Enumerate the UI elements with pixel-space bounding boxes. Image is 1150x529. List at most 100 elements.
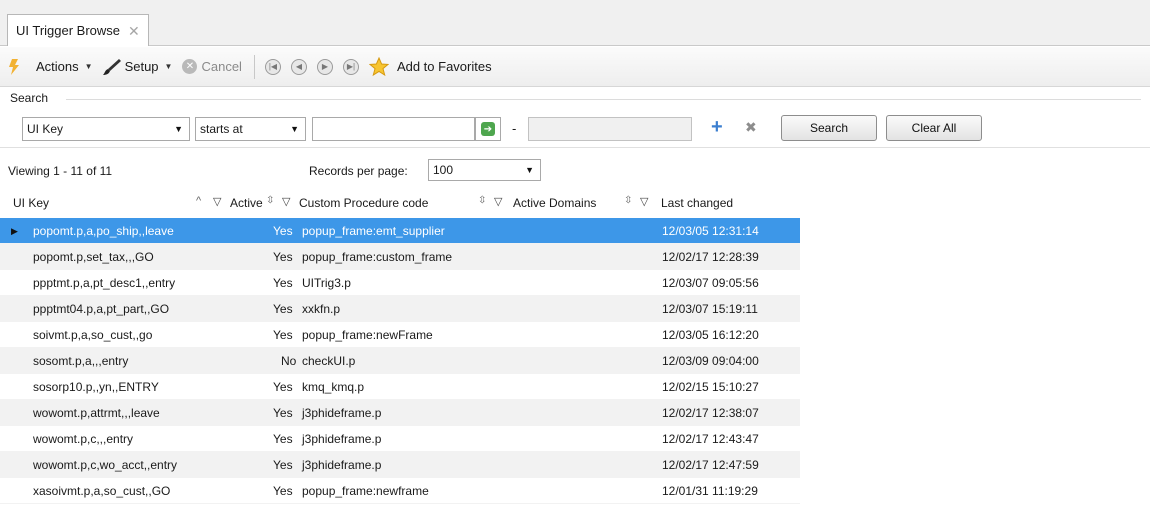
cell-procedure: popup_frame:newFrame — [302, 328, 433, 342]
setup-button[interactable]: Setup ▼ — [102, 58, 172, 75]
cell-ui-key: popomt.p,set_tax,,,GO — [33, 250, 154, 264]
cell-last-changed: 12/02/17 12:43:47 — [662, 432, 759, 446]
column-header-ui-key[interactable]: UI Key — [13, 196, 49, 210]
cell-procedure: kmq_kmq.p — [302, 380, 365, 394]
go-arrow-icon: ➔ — [481, 122, 495, 136]
column-header-active[interactable]: Active — [230, 196, 263, 210]
filter-icon[interactable]: ▽ — [213, 195, 221, 208]
cell-active: Yes — [273, 432, 293, 446]
sort-ascending-icon[interactable]: ^ — [196, 195, 201, 207]
cell-procedure: popup_frame:newframe — [302, 484, 429, 498]
toolbar-separator — [253, 54, 255, 79]
cell-last-changed: 12/01/31 11:19:29 — [662, 484, 758, 498]
records-per-page-label: Records per page: — [309, 164, 408, 178]
cell-last-changed: 12/03/05 12:31:14 — [662, 224, 759, 238]
search-from-input[interactable] — [312, 117, 475, 141]
sort-icon[interactable]: ⇳ — [478, 195, 486, 206]
cell-procedure: j3phideframe.p — [302, 458, 382, 472]
cell-active: Yes — [273, 406, 293, 420]
table-row[interactable]: wowomt.p,c,wo_acct,,entry Yes j3phidefra… — [0, 452, 800, 478]
search-button[interactable]: Search — [781, 115, 877, 141]
clear-all-button[interactable]: Clear All — [886, 115, 982, 141]
next-record-button[interactable]: ▶ — [316, 58, 333, 75]
column-header-last-changed[interactable]: Last changed — [661, 196, 733, 210]
cancel-button[interactable]: ✕ Cancel — [182, 59, 242, 74]
favorites-label: Add to Favorites — [396, 59, 492, 74]
search-legend: Search — [10, 91, 49, 105]
cancel-label: Cancel — [201, 59, 242, 74]
grid-header: UI Key ^ ▽ Active ⇳ ▽ Custom Procedure c… — [0, 192, 1150, 214]
star-icon — [368, 56, 389, 76]
cell-procedure: j3phideframe.p — [302, 432, 382, 446]
cell-ui-key: ppptmt.p,a,pt_desc1,,entry — [33, 276, 176, 290]
cell-ui-key: wowomt.p,attrmt,,,leave — [33, 406, 160, 420]
column-header-active-domains[interactable]: Active Domains — [513, 196, 596, 210]
range-dash: - — [512, 121, 517, 136]
cell-active: Yes — [273, 250, 293, 264]
brush-icon — [102, 58, 121, 75]
cell-active: Yes — [273, 458, 293, 472]
table-row[interactable]: xasoivmt.p,a,so_cust,,GO Yes popup_frame… — [0, 478, 800, 504]
cell-ui-key: wowomt.p,c,,,entry — [33, 432, 134, 446]
cell-active: Yes — [273, 484, 293, 498]
filter-icon[interactable]: ▽ — [494, 195, 502, 208]
add-criteria-icon[interactable]: + — [711, 116, 723, 139]
table-row[interactable]: popomt.p,set_tax,,,GO Yes popup_frame:cu… — [0, 244, 800, 270]
tab-ui-trigger-browse[interactable]: UI Trigger Browse ✕ — [7, 14, 149, 46]
sort-icon[interactable]: ⇳ — [266, 195, 274, 206]
first-record-button[interactable]: |◀ — [264, 58, 281, 75]
filter-icon[interactable]: ▽ — [640, 195, 648, 208]
search-field-dropdown[interactable]: UI Key ▼ — [22, 117, 190, 141]
table-row[interactable]: ▶ popomt.p,a,po_ship,,leave Yes popup_fr… — [0, 218, 800, 244]
cell-ui-key: ppptmt04.p,a,pt_part,,GO — [33, 302, 170, 316]
cell-active: No — [281, 354, 297, 368]
cell-procedure: checkUI.p — [302, 354, 356, 368]
table-row[interactable]: sosomt.p,a,,,entry No checkUI.p 12/03/09… — [0, 348, 800, 374]
cell-active: Yes — [273, 380, 293, 394]
go-button[interactable]: ➔ — [475, 117, 501, 141]
table-row[interactable]: ppptmt.p,a,pt_desc1,,entry Yes UITrig3.p… — [0, 270, 800, 296]
search-field-value: UI Key — [27, 122, 64, 136]
cell-ui-key: wowomt.p,c,wo_acct,,entry — [33, 458, 178, 472]
first-icon: |◀ — [268, 62, 278, 71]
close-icon[interactable]: ✕ — [128, 24, 140, 38]
cell-active: Yes — [273, 224, 293, 238]
last-record-button[interactable]: ▶| — [342, 58, 359, 75]
setup-label: Setup — [124, 59, 159, 74]
cell-last-changed: 12/02/17 12:28:39 — [662, 250, 759, 264]
table-row[interactable]: sosorp10.p,,yn,,ENTRY Yes kmq_kmq.p 12/0… — [0, 374, 800, 400]
search-operator-value: starts at — [200, 122, 243, 136]
previous-record-button[interactable]: ◀ — [290, 58, 307, 75]
table-row[interactable]: soivmt.p,a,so_cust,,go Yes popup_frame:n… — [0, 322, 800, 348]
next-icon: ▶ — [321, 62, 329, 71]
column-header-custom-procedure-code[interactable]: Custom Procedure code — [299, 196, 428, 210]
records-per-page-dropdown[interactable]: 100 ▼ — [428, 159, 541, 181]
table-row[interactable]: wowomt.p,c,,,entry Yes j3phideframe.p 12… — [0, 426, 800, 452]
actions-button[interactable]: Actions ▼ — [8, 58, 93, 75]
trigger-grid: ▶ popomt.p,a,po_ship,,leave Yes popup_fr… — [0, 218, 1150, 504]
cell-procedure: UITrig3.p — [302, 276, 351, 290]
add-to-favorites-button[interactable]: Add to Favorites — [368, 56, 492, 77]
cell-procedure: popup_frame:custom_frame — [302, 250, 453, 264]
toolbar: Actions ▼ Setup ▼ ✕ Cancel |◀ ◀ ▶ ▶| Add… — [0, 47, 1150, 87]
cell-last-changed: 12/03/05 16:12:20 — [662, 328, 759, 342]
tab-strip: UI Trigger Browse ✕ — [0, 0, 1150, 46]
records-per-page-value: 100 — [433, 163, 454, 177]
table-row[interactable]: wowomt.p,attrmt,,,leave Yes j3phideframe… — [0, 400, 800, 426]
cancel-icon: ✕ — [182, 59, 198, 74]
search-operator-dropdown[interactable]: starts at ▼ — [195, 117, 306, 141]
cell-last-changed: 12/03/07 09:05:56 — [662, 276, 759, 290]
cell-last-changed: 12/02/15 15:10:27 — [662, 380, 759, 394]
lightning-icon — [9, 58, 19, 75]
filter-icon[interactable]: ▽ — [282, 195, 290, 208]
cell-procedure: xxkfn.p — [302, 302, 341, 316]
table-row[interactable]: ppptmt04.p,a,pt_part,,GO Yes xxkfn.p 12/… — [0, 296, 800, 322]
search-to-input[interactable] — [528, 117, 692, 141]
cell-last-changed: 12/03/07 15:19:11 — [662, 302, 758, 316]
cell-active: Yes — [273, 302, 293, 316]
cell-active: Yes — [273, 276, 293, 290]
remove-criteria-icon[interactable]: ✖ — [745, 119, 757, 136]
cell-last-changed: 12/02/17 12:38:07 — [662, 406, 759, 420]
tab-title: UI Trigger Browse — [16, 23, 121, 38]
sort-icon[interactable]: ⇳ — [624, 195, 632, 206]
